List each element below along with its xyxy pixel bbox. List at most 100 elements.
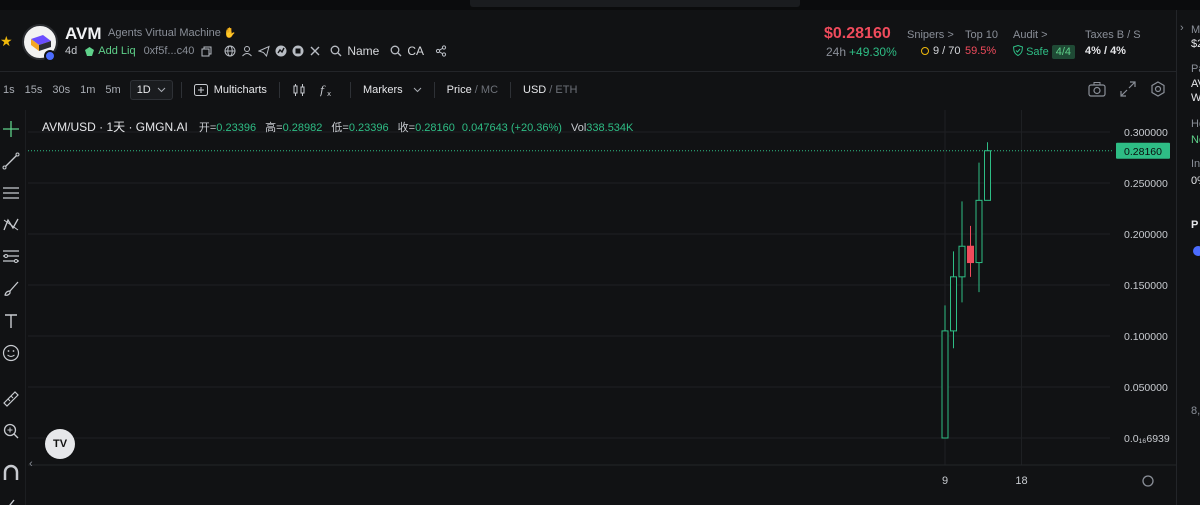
share-icon[interactable] [434, 45, 447, 58]
zoom-in-icon[interactable] [0, 420, 22, 442]
fx-icon: fx [320, 84, 331, 97]
candle-body-up [984, 150, 991, 201]
y-tick-label: 0.250000 [1124, 178, 1168, 190]
timeframe-dropdown[interactable]: 1D [129, 80, 173, 100]
panel-text-4: AV [1191, 78, 1200, 90]
currency-toggle[interactable]: USD / ETH [523, 84, 577, 96]
change-value: +49.30% [849, 45, 897, 59]
chart-toolbar: 1s 15s 30s 1m 5m 1D Multicharts fx Marke… [0, 73, 1176, 107]
add-liq-icon [85, 46, 95, 56]
price-chart[interactable]: 0.300000 0.250000 0.200000 0.150000 0.100000… [28, 110, 1176, 505]
settings-gear-icon[interactable] [1150, 81, 1166, 97]
explorer-icon[interactable] [291, 45, 304, 58]
multicharts-button[interactable]: Multicharts [193, 84, 267, 96]
markers-dropdown[interactable]: Markers [363, 84, 422, 96]
collapse-left-icon[interactable]: ‹ [29, 458, 33, 470]
shield-check-icon [1012, 44, 1024, 57]
active-timeframe: 1D [136, 84, 151, 96]
snipers-stat[interactable]: Snipers > 9 / 70 [907, 29, 961, 57]
timeframe-1s[interactable]: 1s [3, 84, 15, 96]
telegram-icon[interactable] [257, 45, 270, 58]
taxes-value: 4% / 4% [1085, 45, 1126, 57]
token-symbol: AVM [65, 24, 102, 43]
drawing-toolbar [0, 110, 26, 505]
candlestick-chart-svg[interactable]: 0.300000 0.250000 0.200000 0.150000 0.100000… [28, 110, 1176, 505]
text-tool-icon[interactable] [0, 310, 22, 332]
sniper-target-icon [921, 47, 929, 55]
ruler-icon[interactable] [0, 388, 22, 410]
chart-candles [941, 142, 991, 439]
x-twitter-icon[interactable] [308, 45, 321, 58]
audit-stat[interactable]: Audit > Safe 4/4 [1012, 29, 1075, 59]
user-icon[interactable] [240, 45, 253, 58]
token-age: 4d [65, 45, 78, 57]
fib-retracement-icon[interactable] [0, 246, 22, 268]
timeframe-30s[interactable]: 30s [52, 84, 70, 96]
candle-body-up [975, 199, 983, 264]
contract-address: 0xf5f...c40 [143, 45, 195, 57]
search-ca-icon[interactable] [389, 45, 402, 58]
chart-logo-icon[interactable] [274, 45, 287, 58]
divider [433, 82, 435, 98]
high-value: 0.28982 [282, 122, 323, 134]
snipers-value: 9 / 70 [921, 45, 961, 57]
panel-collapse-icon[interactable]: › [1180, 22, 1184, 34]
search-name-label[interactable]: Name [347, 44, 379, 58]
svg-text:f: f [320, 84, 326, 97]
pair-label: AVM/USD · 1天 · GMGN.AI [42, 120, 188, 134]
emoji-icon[interactable] [0, 342, 22, 364]
trend-line-icon[interactable] [0, 150, 22, 172]
mc-toggle[interactable]: MC [481, 84, 498, 96]
favorite-star-icon[interactable]: ★ [0, 33, 13, 50]
search-ca-label[interactable]: CA [407, 44, 424, 58]
price-toggle[interactable]: Price [447, 84, 472, 96]
tradingview-logo[interactable]: TV [45, 429, 75, 459]
y-tick-label: 0.150000 [1124, 280, 1168, 292]
x-tick-label: 18 [1015, 475, 1027, 487]
plus-box-icon [193, 84, 208, 96]
divider [180, 82, 182, 98]
candle-type-button[interactable] [292, 83, 306, 97]
add-liq-link[interactable]: Add Liq [84, 45, 136, 57]
open-key: 开= [198, 122, 217, 134]
website-globe-icon[interactable] [223, 45, 236, 58]
horizontal-lines-icon[interactable] [0, 182, 22, 204]
pattern-icon[interactable] [0, 214, 22, 236]
candle-body-down [967, 245, 974, 264]
magnet-icon[interactable] [0, 462, 22, 484]
panel-text-11: 8, [1191, 405, 1200, 417]
timeframe-1m[interactable]: 1m [80, 84, 95, 96]
add-liq-label: Add Liq [98, 45, 136, 57]
chevron-down-icon [157, 87, 166, 93]
timeframe-5m[interactable]: 5m [105, 84, 120, 96]
panel-text-1: M [1191, 24, 1200, 36]
crosshair-icon[interactable] [0, 118, 22, 140]
usd-toggle[interactable]: USD [523, 84, 546, 96]
brush-icon[interactable] [0, 278, 22, 300]
panel-text-5: W [1191, 92, 1200, 104]
candles-icon [293, 84, 305, 96]
close-key: 收= [397, 122, 416, 134]
slash: / [546, 84, 556, 96]
audit-label: Audit > [1013, 29, 1048, 41]
taxes-label: Taxes B / S [1085, 29, 1141, 41]
timeframe-15s[interactable]: 15s [25, 84, 43, 96]
copy-icon[interactable] [200, 45, 213, 58]
price-mc-toggle[interactable]: Price / MC [447, 84, 498, 96]
ohlc-legend: AVM/USD · 1天 · GMGN.AI 开=0.23396 高=0.289… [42, 118, 639, 135]
fullscreen-icon[interactable] [1120, 81, 1136, 97]
volume-value: 338.534K [586, 122, 634, 134]
indicators-button[interactable]: fx [320, 83, 334, 97]
top10-label: Top 10 [965, 29, 999, 41]
pencil-icon[interactable] [0, 492, 22, 505]
chart-grid [28, 110, 1112, 465]
audit-count: 4/4 [1051, 45, 1075, 59]
camera-icon[interactable] [1088, 81, 1106, 97]
low-value: 0.23396 [348, 122, 389, 134]
eth-toggle[interactable]: ETH [555, 84, 577, 96]
divider [510, 82, 512, 98]
slash: / [471, 84, 481, 96]
axis-settings-icon[interactable] [1142, 475, 1154, 487]
search-name-icon[interactable] [329, 45, 342, 58]
divider [278, 82, 280, 98]
